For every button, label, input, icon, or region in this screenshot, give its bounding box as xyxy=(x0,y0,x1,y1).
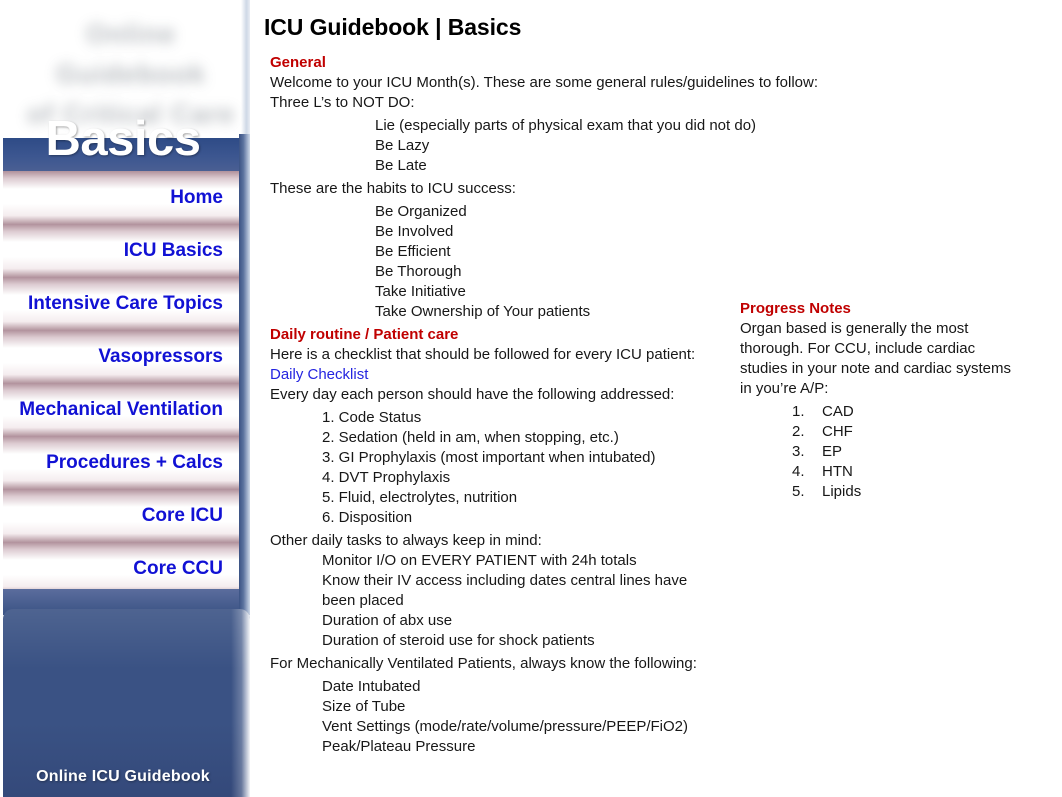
list-number: 3. xyxy=(792,443,805,460)
brand-title: Basics xyxy=(45,112,201,166)
sidebar-item-procedures-calcs[interactable]: Procedures + Calcs xyxy=(3,436,239,489)
addressed-label: Every day each person should have the fo… xyxy=(270,386,675,403)
other-task-item: Duration of steroid use for shock patien… xyxy=(322,632,595,649)
sidebar-item-label: Core CCU xyxy=(133,557,223,579)
habit-item: Be Organized xyxy=(375,203,467,220)
daily-routine-intro: Here is a checklist that should be follo… xyxy=(270,346,696,363)
sidebar-item-core-ccu[interactable]: Core CCU xyxy=(3,542,239,595)
checklist-item: 3. GI Prophylaxis (most important when i… xyxy=(322,449,656,466)
list-number: 1. xyxy=(792,403,805,420)
section-heading-daily-routine: Daily routine / Patient care xyxy=(270,326,459,343)
progress-note-item: 1. CAD xyxy=(740,402,1040,422)
checklist-item: 2. Sedation (held in am, when stopping, … xyxy=(322,429,619,446)
sidebar-item-label: Mechanical Ventilation xyxy=(19,398,223,420)
content-column-right: Progress Notes Organ based is generally … xyxy=(740,299,1040,502)
vent-item: Peak/Plateau Pressure xyxy=(322,738,476,755)
sidebar-item-vasopressors[interactable]: Vasopressors xyxy=(3,330,239,383)
sidebar-item-icu-basics[interactable]: ICU Basics xyxy=(3,224,239,277)
habit-item: Take Initiative xyxy=(375,283,466,300)
daily-checklist-link[interactable]: Daily Checklist xyxy=(270,365,740,385)
list-number: 2. xyxy=(792,423,805,440)
progress-note-item: 3. EP xyxy=(740,442,1040,462)
sidebar-item-mechanical-ventilation[interactable]: Mechanical Ventilation xyxy=(3,383,239,436)
logo-wordmark-blurred: Online Guidebook of Critical Care xyxy=(26,19,236,129)
not-do-item: Be Lazy xyxy=(375,137,430,154)
other-task-item: Know their IV access including dates cen… xyxy=(322,572,688,609)
sidebar-navigation: Home ICU Basics Intensive Care Topics Va… xyxy=(3,134,250,615)
other-task-item: Monitor I/O on EVERY PATIENT with 24h to… xyxy=(322,552,637,569)
brand-subtitle: Online ICU Guidebook xyxy=(36,768,210,785)
list-label: CHF xyxy=(822,423,853,440)
list-label: Lipids xyxy=(822,483,862,500)
vent-item: Vent Settings (mode/rate/volume/pressure… xyxy=(322,718,688,735)
vent-item: Date Intubated xyxy=(322,678,421,695)
sidebar-item-label: ICU Basics xyxy=(123,239,223,261)
sidebar-item-label: Intensive Care Topics xyxy=(28,292,223,314)
section-heading-general: General xyxy=(270,54,326,71)
sidebar-item-label: Home xyxy=(170,186,223,208)
checklist-item: 1. Code Status xyxy=(322,409,422,426)
sidebar-item-core-icu[interactable]: Core ICU xyxy=(3,489,239,542)
checklist-item: 4. DVT Prophylaxis xyxy=(322,469,451,486)
other-task-item: Duration of abx use xyxy=(322,612,453,629)
progress-note-item: 2. CHF xyxy=(740,422,1040,442)
list-label: HTN xyxy=(822,463,853,480)
main-content: ICU Guidebook | Basics General Welcome t… xyxy=(258,0,1062,797)
habit-item: Be Thorough xyxy=(375,263,462,280)
progress-notes-body: Organ based is generally the most thorou… xyxy=(740,320,1011,397)
content-column-left: General Welcome to your ICU Month(s). Th… xyxy=(270,53,819,757)
sidebar-item-home[interactable]: Home xyxy=(3,171,239,224)
habit-item: Be Involved xyxy=(375,223,454,240)
checklist-item: 5. Fluid, electrolytes, nutrition xyxy=(322,489,518,506)
list-number: 5. xyxy=(792,483,805,500)
brand-gloss xyxy=(3,609,250,669)
list-label: CAD xyxy=(822,403,854,420)
habit-item: Be Efficient xyxy=(375,243,451,260)
general-intro: Welcome to your ICU Month(s). These are … xyxy=(270,74,819,91)
sidebar-item-label: Core ICU xyxy=(141,504,223,526)
progress-note-item: 4. HTN xyxy=(740,462,1040,482)
nav-right-edge xyxy=(239,134,250,615)
section-heading-progress-notes: Progress Notes xyxy=(740,300,851,317)
progress-note-item: 5. Lipids xyxy=(740,482,1040,502)
sidebar-item-label: Procedures + Calcs xyxy=(46,451,223,473)
three-ls-label: Three L’s to NOT DO: xyxy=(270,94,415,111)
other-tasks-label: Other daily tasks to always keep in mind… xyxy=(270,532,542,549)
vent-label: For Mechanically Ventilated Patients, al… xyxy=(270,655,697,672)
vent-item: Size of Tube xyxy=(322,698,406,715)
sidebar: Online Guidebook of Critical Care Home I… xyxy=(0,0,258,797)
sidebar-item-intensive-care-topics[interactable]: Intensive Care Topics xyxy=(3,277,239,330)
list-label: EP xyxy=(822,443,843,460)
habits-label: These are the habits to ICU success: xyxy=(270,180,516,197)
not-do-item: Be Late xyxy=(375,157,427,174)
sidebar-item-label: Vasopressors xyxy=(98,345,223,367)
not-do-item: Lie (especially parts of physical exam t… xyxy=(375,117,757,134)
page-title: ICU Guidebook | Basics xyxy=(264,14,522,40)
list-number: 4. xyxy=(792,463,805,480)
nav-item-list: Home ICU Basics Intensive Care Topics Va… xyxy=(3,171,239,595)
checklist-item: 6. Disposition xyxy=(322,509,413,526)
habit-item: Take Ownership of Your patients xyxy=(375,303,591,320)
